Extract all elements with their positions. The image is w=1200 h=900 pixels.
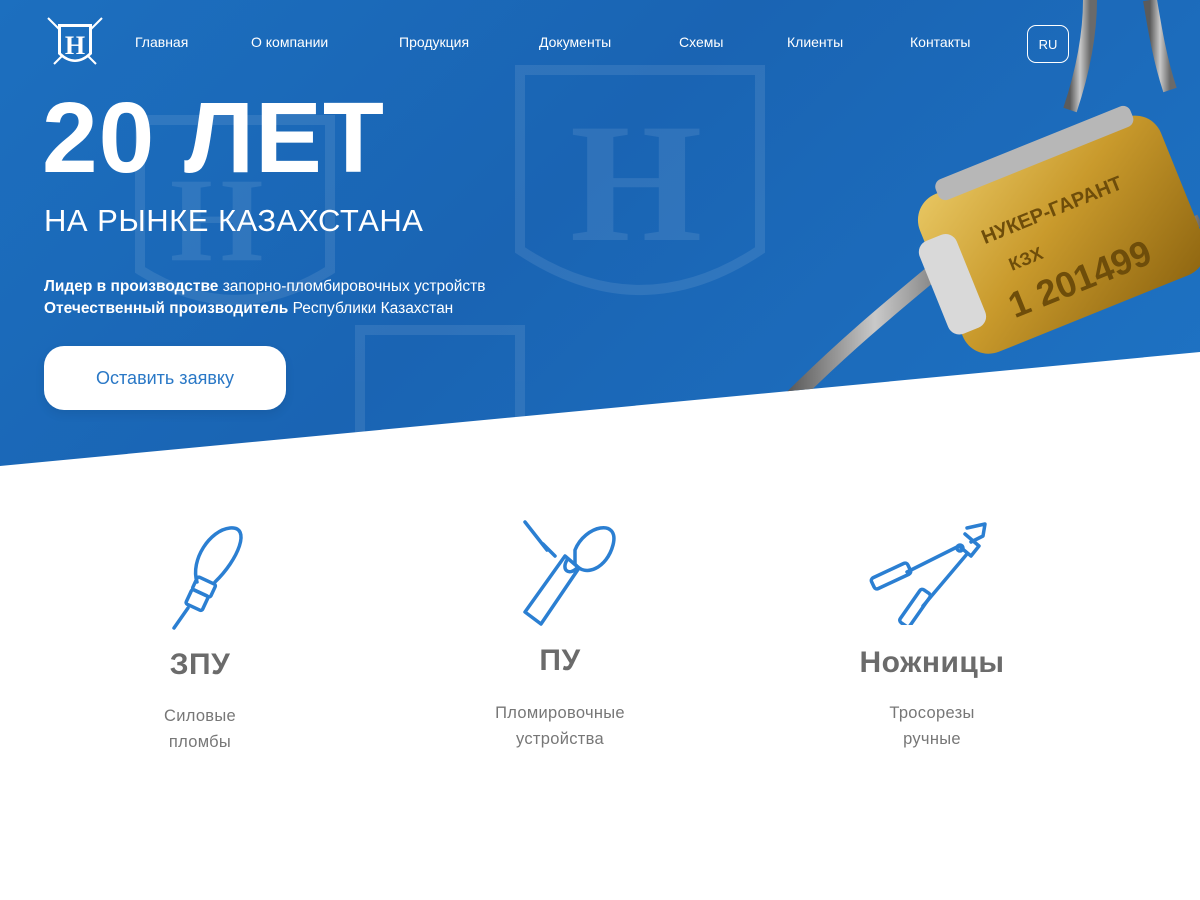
product-title: Ножницы <box>859 646 1005 679</box>
product-description-line: Тросорезы <box>889 704 975 722</box>
hero-line-2-rest: Республики Казахстан <box>288 300 454 317</box>
product-description-line: Пломировочные <box>495 704 625 722</box>
product-description-line: ручные <box>903 730 961 748</box>
cable-seal-image: НУКЕР-ГАРАНТ КЗХ 1 201499 <box>784 0 1200 444</box>
product-card-scissors[interactable]: Ножницы Тросорезы ручные <box>782 520 1082 748</box>
product-description: Пломировочные устройства <box>410 700 710 752</box>
product-card-zpu[interactable]: ЗПУ Силовые пломбы <box>50 520 350 751</box>
product-description-line: Силовые <box>163 707 237 725</box>
product-title: ЗПУ <box>169 648 231 681</box>
nav-item-clients[interactable]: Клиенты <box>787 34 843 50</box>
nav-item-contacts[interactable]: Контакты <box>910 34 970 50</box>
hero-line-2: Отечественный производитель Республики К… <box>44 298 485 320</box>
cable-seal-icon <box>172 526 243 630</box>
product-description: Тросорезы ручные <box>782 700 1082 752</box>
hero-line-1-bold: Лидер в производстве <box>44 278 219 295</box>
nav-item-home[interactable]: Главная <box>135 34 188 50</box>
svg-text:H: H <box>570 89 702 277</box>
product-card-pu[interactable]: ПУ Пломировочные устройства <box>410 520 710 748</box>
language-button[interactable]: RU <box>1027 25 1069 63</box>
plastic-seal-icon <box>523 520 616 626</box>
nav-item-schemes[interactable]: Схемы <box>679 34 723 50</box>
product-description-line: пломбы <box>168 733 232 751</box>
nav-item-about[interactable]: О компании <box>251 34 328 50</box>
hero-title: 20 ЛЕТ <box>42 82 385 194</box>
product-title: ПУ <box>539 644 581 677</box>
hero-line-1: Лидер в производстве запорно-пломбировоч… <box>44 276 485 298</box>
main-nav: Главная О компании Продукция Документы С… <box>0 34 1200 54</box>
nav-item-products[interactable]: Продукция <box>399 34 469 50</box>
hero-line-2-bold: Отечественный производитель <box>44 300 289 317</box>
leave-request-button[interactable]: Оставить заявку <box>44 346 286 410</box>
hero-subtitle: НА РЫНКЕ КАЗАХСТАНА <box>44 203 424 238</box>
hero-description: Лидер в производстве запорно-пломбировоч… <box>44 276 485 320</box>
cable-cutter-icon <box>869 522 987 625</box>
hero-line-1-rest: запорно-пломбировочных устройств <box>218 278 486 295</box>
product-description: Силовые пломбы <box>50 703 350 755</box>
nav-item-documents[interactable]: Документы <box>539 34 611 50</box>
product-description-line: устройства <box>515 730 604 748</box>
